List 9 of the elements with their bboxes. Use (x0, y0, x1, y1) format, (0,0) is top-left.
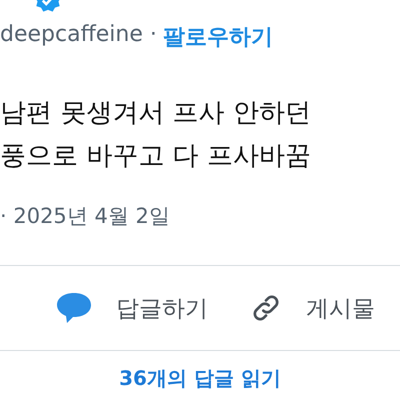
post-text-line: 풍으로 바꾸고 다 프사바꿈 (0, 140, 312, 173)
post-date: · 2025년 4월 2일 (0, 203, 171, 230)
user-handle: deepcaffeine · (0, 22, 157, 49)
reply-button[interactable]: 답글하기 (56, 291, 208, 325)
speech-bubble-icon (56, 291, 92, 325)
post-text-line: 남편 못생겨서 프사 안하던 (0, 97, 312, 130)
read-replies-button[interactable]: 36개의 답글 읽기 (119, 365, 281, 392)
follow-link[interactable]: 팔로우하기 (162, 22, 273, 52)
copy-link-button[interactable]: 게시물 (250, 292, 375, 324)
